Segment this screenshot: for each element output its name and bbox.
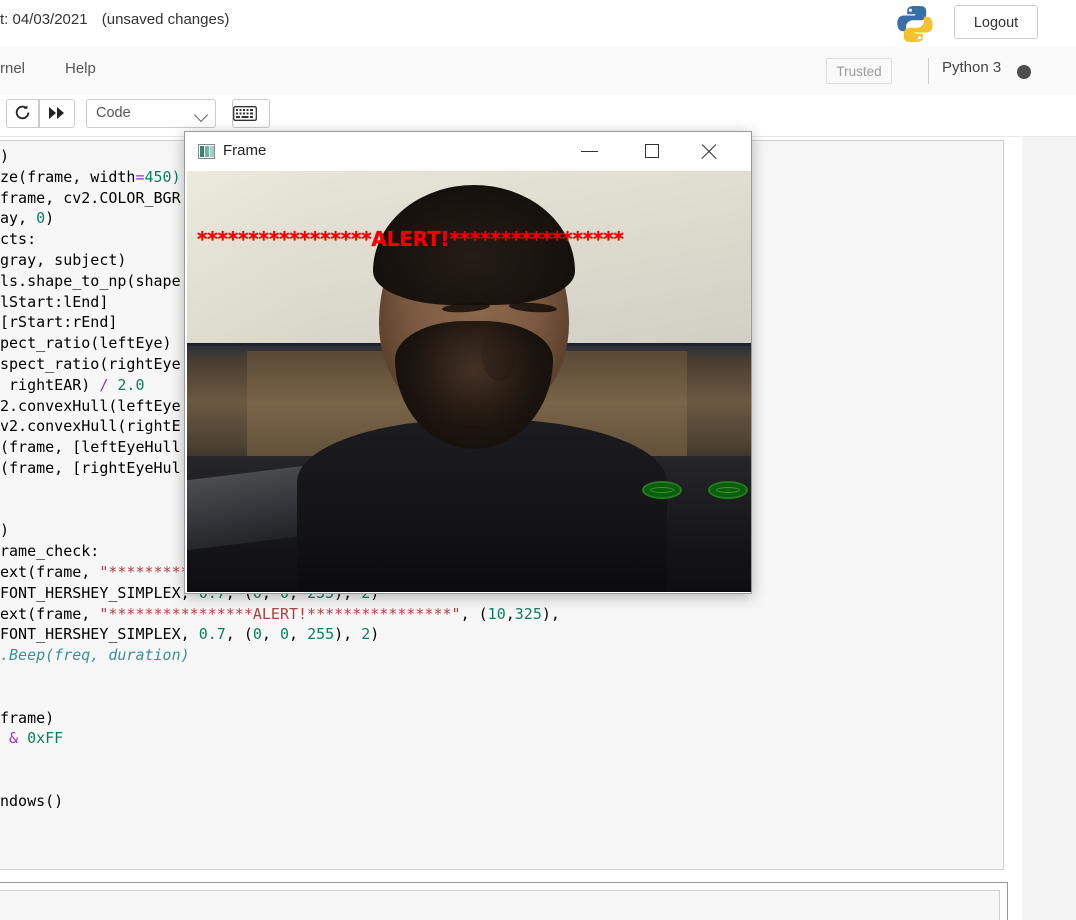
window-title: Frame [223, 142, 267, 159]
cell-type-select[interactable]: Code [86, 99, 216, 128]
last-checkpoint-text: t: 04/03/2021 [0, 11, 88, 28]
notebook-next-cell-input[interactable] [0, 890, 1000, 920]
code-token: 2 [361, 625, 371, 644]
code-token: ) [0, 521, 10, 540]
kernel-busy-indicator-icon [1017, 65, 1031, 79]
code-token: , [261, 625, 280, 644]
code-token: (frame, [leftEyeHull [0, 438, 181, 457]
code-token: ext(frame, [0, 604, 100, 623]
code-token: ) [370, 625, 380, 644]
window-titlebar[interactable]: Frame [185, 132, 751, 171]
code-token: ay, [0, 209, 37, 228]
code-token: 2.0 [117, 375, 145, 394]
code-token: 2.convexHull(leftEye [0, 396, 181, 415]
code-token: ext(frame, [0, 562, 100, 581]
code-token: ) [45, 209, 55, 228]
code-token: v2.convexHull(rightE [0, 417, 181, 436]
code-token: lStart:lEnd] [0, 292, 109, 311]
opencv-frame-window[interactable]: Frame *****************ALERT!***********… [184, 131, 752, 594]
code-token: frame) [0, 708, 55, 727]
menu-item-kernel[interactable]: rnel [0, 60, 25, 77]
code-line: .Beep(freq, duration) [0, 645, 1000, 666]
code-token: ze(frame, width [0, 167, 136, 186]
code-token: "****************ALERT!****************" [99, 604, 461, 623]
menu-item-help[interactable]: Help [65, 60, 96, 77]
save-status: t: 04/03/2021 (unsaved changes) [0, 11, 229, 28]
notebook-scroll-gutter[interactable] [1022, 95, 1076, 920]
code-token: ), [334, 625, 362, 644]
close-button[interactable] [687, 132, 733, 170]
code-token: spect_ratio(rightEye [0, 354, 181, 373]
code-token: 325 [514, 604, 542, 623]
right-eye-contour [708, 481, 748, 499]
code-token: FONT_HERSHEY_SIMPLEX, [0, 583, 199, 602]
code-token: 255 [307, 625, 335, 644]
minimize-icon [581, 151, 598, 153]
code-token: , ( [225, 625, 253, 644]
code-token: 450) [144, 167, 181, 186]
code-token: 10 [487, 604, 506, 623]
notebook-menubar: rnel Help [0, 47, 1076, 96]
code-token: 0 [279, 625, 289, 644]
code-line: ndows() [0, 791, 1000, 812]
image-window-icon [198, 144, 215, 159]
code-token: = [135, 167, 145, 186]
code-token: rightEAR) [0, 375, 100, 394]
code-token: , [289, 625, 308, 644]
keyboard-shortcuts-button[interactable] [232, 99, 270, 128]
code-line: FONT_HERSHEY_SIMPLEX, 0.7, (0, 0, 255), … [0, 624, 1000, 645]
notebook-header: t: 04/03/2021 (unsaved changes) Logout [0, 0, 1076, 48]
minimize-button[interactable] [571, 132, 617, 170]
left-eye-contour [642, 481, 682, 499]
python-logo-icon [893, 2, 937, 46]
code-token: FONT_HERSHEY_SIMPLEX, [0, 625, 199, 644]
code-token: .Beep(freq, duration) [0, 646, 190, 665]
kernel-name-label[interactable]: Python 3 [942, 59, 1001, 76]
unsaved-changes-text: (unsaved changes) [101, 11, 230, 28]
code-token: , ( [460, 604, 488, 623]
trusted-badge[interactable]: Trusted [826, 58, 892, 84]
alert-overlay-top: *****************ALERT!***************** [197, 227, 624, 251]
code-token: [rStart:rEnd] [0, 313, 118, 332]
restart-kernel-button[interactable] [6, 99, 39, 128]
code-token: ndows() [0, 791, 64, 810]
code-token: ) [0, 147, 10, 165]
code-token: 0 [36, 209, 46, 228]
kernel-separator [928, 58, 929, 84]
code-line: ext(frame, "****************ALERT!******… [0, 604, 1000, 625]
chevron-down-icon [193, 107, 209, 123]
webcam-video-feed: *****************ALERT!*****************… [187, 171, 751, 592]
code-token: , [505, 604, 515, 623]
logout-button[interactable]: Logout [954, 5, 1038, 39]
code-token: 0xFF [27, 729, 64, 748]
code-token: 0 [252, 625, 262, 644]
code-line: frame) [0, 708, 1000, 729]
code-token: & [9, 729, 19, 748]
cell-type-value: Code [96, 105, 131, 121]
code-token: cts: [0, 230, 37, 249]
code-token: "********* [99, 562, 190, 581]
code-token: gray, subject) [0, 250, 127, 269]
code-line: & 0xFF [0, 728, 1000, 749]
code-token: ), [541, 604, 560, 623]
code-token: (frame, [rightEyeHul [0, 458, 181, 477]
restart-and-run-all-button[interactable] [39, 99, 75, 128]
code-token: 0.7 [198, 625, 226, 644]
code-token: rame_check: [0, 542, 100, 561]
maximize-button[interactable] [629, 132, 675, 170]
maximize-icon [645, 144, 659, 158]
code-token: frame, cv2.COLOR_BGR [0, 188, 181, 207]
code-token: ls.shape_to_np(shape [0, 271, 181, 290]
code-token: pect_ratio(leftEye) [0, 334, 172, 353]
screen: ) ze(frame, width=450) frame, cv2.COLOR_BG… [0, 0, 1076, 920]
